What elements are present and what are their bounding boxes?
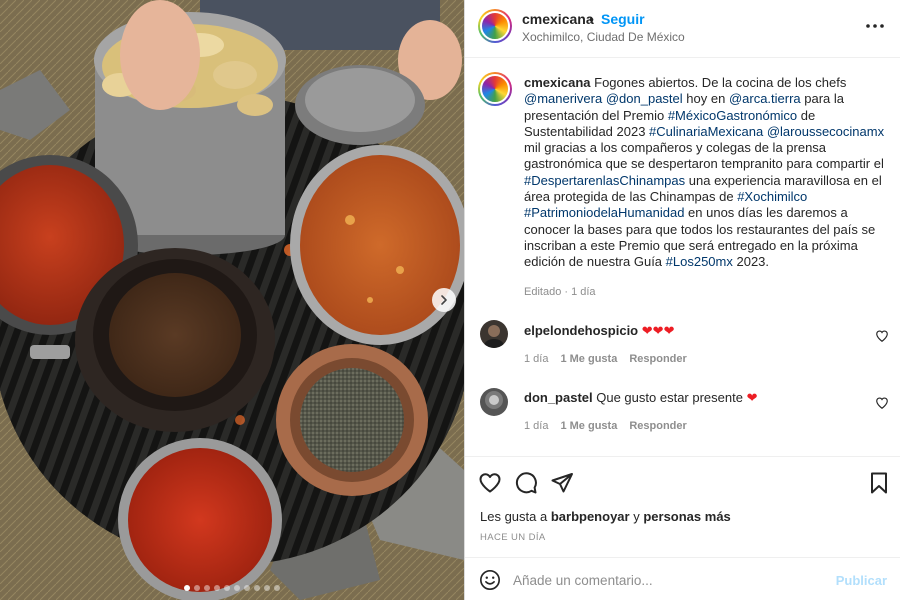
- reply-button[interactable]: Responder: [629, 420, 686, 432]
- caption-text: cmexicana Fogones abiertos. De la cocina…: [524, 75, 886, 271]
- caption-fragment: mil gracias a los compañeros y colegas d…: [524, 140, 884, 172]
- comment-meta: 1 día 1 Me gusta Responder: [524, 353, 687, 365]
- follow-button[interactable]: Seguir: [601, 11, 645, 27]
- mention-link[interactable]: @laroussecocinamx: [767, 124, 884, 139]
- comment-text: elpelondehospicio ❤❤❤: [524, 323, 674, 339]
- avatar-photo: [480, 320, 508, 348]
- comment-body: Que gusto estar presente ❤: [596, 390, 758, 405]
- hashtag-link[interactable]: #PatrimoniodelaHumanidad: [524, 205, 684, 220]
- comment-avatar[interactable]: [480, 320, 508, 348]
- reply-button[interactable]: Responder: [629, 353, 686, 365]
- likes-summary: Les gusta a barbpenoyar y personas más: [480, 509, 731, 524]
- mention-link[interactable]: @don_pastel: [606, 91, 683, 106]
- carousel-dot: [214, 585, 220, 591]
- hashtag-link[interactable]: #CulinariaMexicana: [649, 124, 763, 139]
- likes-others[interactable]: personas más: [643, 509, 730, 524]
- mention-link[interactable]: @manerivera: [524, 91, 602, 106]
- caption-fragment: 2023.: [732, 254, 770, 270]
- author-avatar[interactable]: [478, 9, 512, 43]
- hashtag-link[interactable]: #Los250mx: [666, 254, 733, 269]
- more-options-button[interactable]: [864, 15, 886, 37]
- comment-likes[interactable]: 1 Me gusta: [560, 353, 617, 365]
- chevron-right-icon: [441, 295, 447, 305]
- carousel-dot: [254, 585, 260, 591]
- hashtag-link[interactable]: #Xochimilco: [737, 189, 807, 204]
- caption-edited-time: Editado · 1 día: [524, 286, 596, 298]
- mention-link[interactable]: @arca.tierra: [729, 91, 801, 106]
- comment-age: 1 día: [524, 353, 549, 365]
- hashtag-link[interactable]: #DespertarenlasChinampas: [524, 173, 685, 188]
- caption-body: Fogones abiertos. De la cocina de los ch…: [524, 75, 884, 269]
- carousel-indicator: [0, 585, 464, 591]
- post-timestamp[interactable]: HACE UN DÍA: [480, 532, 546, 543]
- comment-likes[interactable]: 1 Me gusta: [560, 420, 617, 432]
- likes-user[interactable]: barbpenoyar: [551, 509, 630, 524]
- caption-avatar[interactable]: [478, 72, 512, 106]
- publish-button[interactable]: Publicar: [836, 573, 887, 588]
- carousel-dot: [264, 585, 270, 591]
- carousel-dot: [184, 585, 190, 591]
- hashtag-link[interactable]: #MéxicoGastronómico: [668, 108, 797, 123]
- carousel-dot: [224, 585, 230, 591]
- likes-prefix: Les gusta a: [480, 509, 548, 524]
- post-header: cmexicana • Seguir Xochimilco, Ciudad De…: [465, 0, 900, 58]
- comment-username[interactable]: elpelondehospicio: [524, 323, 638, 338]
- comment-input[interactable]: [513, 568, 823, 592]
- comment-age: 1 día: [524, 420, 549, 432]
- heart-outline-icon[interactable]: [875, 329, 889, 343]
- post-panel: cmexicana • Seguir Xochimilco, Ciudad De…: [464, 0, 900, 600]
- comment-text: don_pastel Que gusto estar presente ❤: [524, 390, 757, 406]
- comment-bubble-icon[interactable]: [514, 471, 538, 495]
- more-dots-icon: [866, 24, 884, 28]
- carousel-dot: [244, 585, 250, 591]
- carousel-dot: [204, 585, 210, 591]
- next-image-button[interactable]: [432, 288, 456, 312]
- carousel-dot: [234, 585, 240, 591]
- emoji-smile-icon[interactable]: [479, 569, 501, 591]
- comment-avatar[interactable]: [480, 388, 508, 416]
- post-location[interactable]: Xochimilco, Ciudad De México: [522, 30, 685, 44]
- paper-plane-icon[interactable]: [550, 471, 574, 495]
- like-heart-icon[interactable]: [478, 471, 502, 495]
- action-bar: [465, 456, 900, 506]
- caption-fragment: hoy en: [682, 91, 729, 107]
- comment-username[interactable]: don_pastel: [524, 390, 593, 405]
- food-photo: [0, 0, 464, 600]
- comment-meta: 1 día 1 Me gusta Responder: [524, 420, 687, 432]
- post-image[interactable]: [0, 0, 464, 600]
- author-username[interactable]: cmexicana: [522, 11, 594, 27]
- header-separator: •: [589, 11, 594, 27]
- caption-username[interactable]: cmexicana: [524, 75, 591, 90]
- likes-connector: y: [633, 509, 640, 524]
- heart-outline-icon[interactable]: [875, 396, 889, 410]
- caption-fragment: Fogones abiertos. De la cocina de los ch…: [594, 75, 847, 90]
- avatar-photo: [480, 388, 508, 416]
- comment-body: ❤❤❤: [641, 323, 675, 338]
- carousel-dot: [194, 585, 200, 591]
- bookmark-icon[interactable]: [867, 471, 891, 495]
- add-comment-bar: Publicar: [465, 557, 900, 600]
- carousel-dot: [274, 585, 280, 591]
